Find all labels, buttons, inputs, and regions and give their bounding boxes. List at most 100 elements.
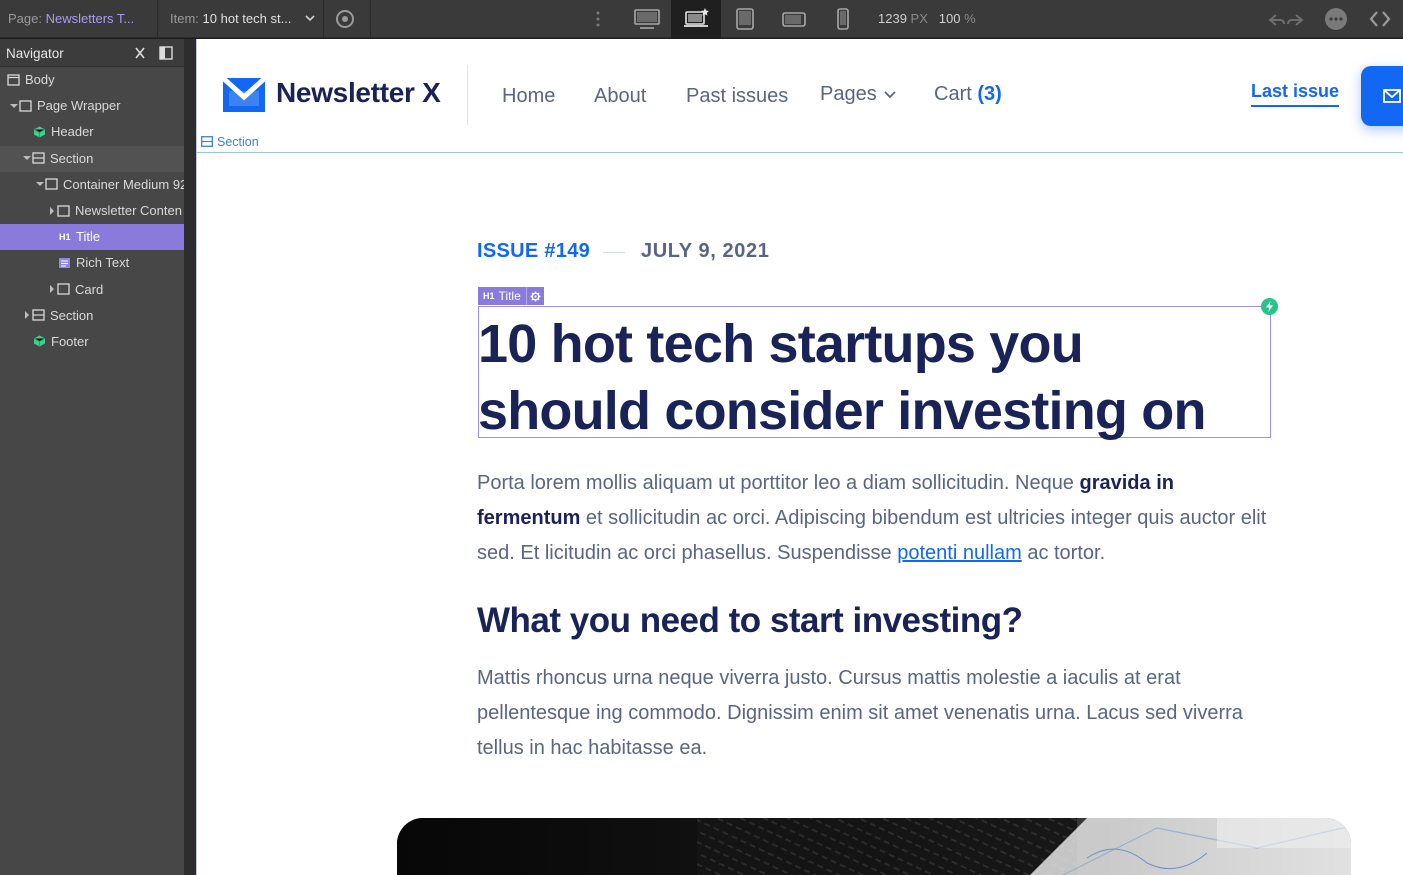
dock-panel-icon[interactable] (159, 46, 173, 60)
brand-name[interactable]: Newsletter X (276, 77, 441, 109)
tree-item-label: Section (50, 307, 94, 323)
caret-right-icon[interactable] (47, 206, 57, 216)
section-icon (201, 136, 213, 147)
nav-link-cart[interactable]: Cart (3) (934, 83, 1002, 106)
undo-redo-icon[interactable] (1266, 7, 1306, 31)
paragraph-text: ac tortor. (1021, 542, 1106, 564)
caret-right-icon[interactable] (47, 284, 57, 294)
article-paragraph: Mattis rhoncus urna neque viverra justo.… (477, 667, 1243, 759)
tree-item-container[interactable]: Container Medium 92 (0, 172, 184, 198)
toolbar-divider (370, 0, 371, 38)
item-label: Item: (170, 11, 199, 26)
heading-h1-icon: H1 (59, 231, 71, 242)
canvas-width-unit: PX (910, 11, 928, 26)
tree-item-label: Section (50, 150, 94, 166)
nav-link-past-issues[interactable]: Past issues (686, 85, 788, 108)
tree-item-section[interactable]: Section (0, 303, 184, 329)
caret-right-icon[interactable] (22, 310, 32, 320)
tree-item-body[interactable]: Body (0, 67, 184, 93)
canvas-edge (196, 39, 197, 875)
caret-down-icon[interactable] (35, 179, 45, 189)
heading-h1-icon: H1 (483, 291, 495, 301)
section-element-label[interactable]: Section (201, 135, 259, 149)
tree-item-page-wrapper[interactable]: Page Wrapper (0, 93, 184, 119)
mail-icon (1383, 89, 1401, 103)
toolbar-divider (157, 0, 158, 38)
chevron-down-icon (884, 91, 896, 98)
tree-item-label: Title (76, 229, 101, 245)
tree-item-label: Body (25, 72, 55, 88)
chevron-down-icon[interactable] (303, 11, 317, 25)
article-photo (397, 818, 1351, 875)
page-selector[interactable]: Page: Newsletters T... (8, 11, 134, 26)
caret-down-icon[interactable] (9, 101, 19, 111)
mobile-portrait-icon[interactable] (818, 0, 868, 38)
tree-item-title[interactable]: H1 Title (0, 224, 184, 251)
nav-pages-label: Pages (820, 83, 877, 105)
section-tag-label: Section (217, 135, 259, 149)
issue-number: ISSUE #149 (477, 240, 591, 262)
gear-icon[interactable] (525, 287, 544, 305)
designer-toolbar: Page: Newsletters T... Item: 10 hot tech… (0, 0, 1403, 38)
code-export-icon[interactable] (1368, 7, 1392, 31)
div-block-icon (57, 283, 70, 295)
caret-down-icon[interactable] (22, 153, 32, 163)
canvas-size-readout: 1239 PX 100 % (878, 11, 976, 26)
section-icon (32, 152, 45, 164)
tree-item-rich-text[interactable]: Rich Text (0, 250, 184, 276)
tree-item-label: Card (75, 281, 104, 297)
tree-item-card[interactable]: Card (0, 277, 184, 303)
tree-item-label: Newsletter Conten (75, 203, 182, 219)
article-title[interactable]: 10 hot tech startups you should consider… (478, 311, 1268, 445)
tree-item-newsletter-content[interactable]: Newsletter Conten (0, 198, 184, 224)
block-icon (7, 73, 20, 86)
toolbar-divider (323, 0, 324, 38)
rich-text-icon (59, 257, 70, 268)
mobile-landscape-icon[interactable] (769, 0, 819, 38)
article-paragraph: Porta lorem mollis aliquam ut porttitor … (477, 466, 1267, 571)
tree-item-footer[interactable]: Footer (0, 329, 184, 355)
tree-item-label: Rich Text (76, 255, 130, 271)
more-vertical-icon[interactable] (590, 9, 606, 29)
item-value: 10 hot tech st... (202, 11, 292, 26)
cms-item-selector[interactable]: Item: 10 hot tech st... (170, 11, 291, 26)
subscribe-button[interactable] (1361, 66, 1403, 126)
symbol-icon (33, 126, 46, 138)
zoom-unit: % (964, 11, 976, 26)
preview-eye-icon[interactable] (335, 9, 355, 29)
tree-item-label: Header (51, 124, 94, 140)
last-issue-link[interactable]: Last issue (1251, 81, 1340, 107)
article-subheading: What you need to start investing? (477, 601, 1023, 640)
paragraph-text: Porta lorem mollis aliquam ut porttitor … (477, 472, 1080, 494)
panel-resize-handle[interactable] (184, 39, 196, 875)
selected-element-label: Title (498, 289, 521, 303)
meta-divider (603, 252, 625, 253)
div-block-icon (45, 178, 58, 190)
div-block-icon (57, 204, 70, 217)
navigator-panel: Navigator Body Page Wrapper Header Secti… (0, 39, 184, 875)
tablet-icon[interactable] (720, 0, 770, 38)
canvas-width-value: 1239 (878, 11, 907, 26)
cart-count-badge: (3) (977, 83, 1002, 105)
more-options-icon[interactable] (1324, 7, 1348, 31)
close-icon[interactable] (133, 46, 147, 60)
desktop-icon[interactable] (622, 0, 672, 38)
nav-link-about[interactable]: About (594, 85, 646, 108)
section-icon (32, 309, 45, 321)
selected-element-badge[interactable]: H1 Title (478, 287, 544, 305)
cart-label: Cart (934, 83, 972, 105)
page-value: Newsletters T... (45, 11, 135, 26)
tree-item-header[interactable]: Header (0, 119, 184, 145)
navigator-header: Navigator (0, 39, 184, 67)
paragraph-text: et sollicitudin ac orci. Adipiscing bibe… (477, 507, 1267, 564)
inline-link[interactable]: potenti nullam (897, 542, 1022, 564)
nav-dropdown-pages[interactable]: Pages (820, 83, 897, 106)
laptop-star-icon[interactable] (671, 0, 721, 38)
tree-item-section[interactable]: Section (0, 145, 184, 172)
tree-item-label: Page Wrapper (37, 98, 121, 114)
article-image (397, 818, 1351, 875)
navigator-title: Navigator (6, 46, 64, 61)
envelope-logo-icon[interactable] (222, 77, 266, 113)
section-outline (196, 152, 1403, 153)
nav-link-home[interactable]: Home (502, 85, 555, 108)
